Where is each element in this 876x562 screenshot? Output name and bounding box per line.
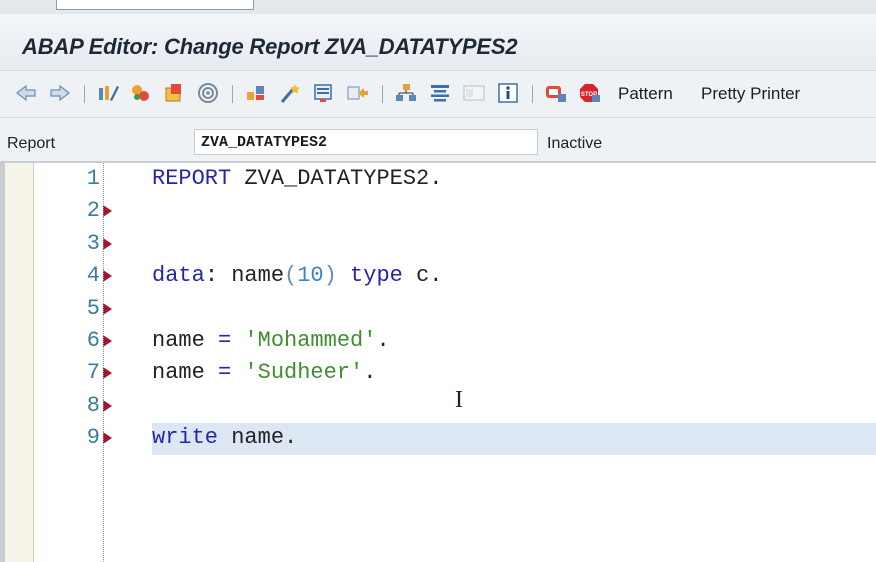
code-token: . (429, 263, 443, 289)
line-number: 6 (86, 328, 100, 353)
code-line[interactable]: 9 write name. (87, 423, 876, 456)
code-token: name (152, 360, 205, 386)
forward-icon[interactable] (46, 79, 74, 107)
code-token: . (363, 360, 377, 386)
code-token: = (218, 328, 232, 353)
code-line[interactable]: 1 REPORT ZVA_DATATYPES2. (0, 164, 876, 196)
toolbar-separator (382, 85, 383, 103)
code-line[interactable]: 7 name = 'Sudheer'. (0, 358, 876, 390)
help-icon[interactable] (392, 79, 420, 107)
code-token: type (350, 263, 403, 289)
code-editor[interactable]: 1 REPORT ZVA_DATATYPES2. 2 3 4 data: name(10)… (0, 163, 876, 562)
line-marker-icon[interactable] (103, 270, 112, 283)
line-marker-icon[interactable] (103, 432, 112, 445)
other-object-icon[interactable] (127, 79, 155, 107)
code-token: . (376, 328, 390, 353)
back-icon[interactable] (12, 79, 40, 107)
line-marker-icon[interactable] (103, 302, 112, 315)
pretty-printer-button[interactable]: Pretty Printer (701, 84, 800, 104)
title-bar: ABAP Editor: Change Report ZVA_DATATYPES… (0, 14, 876, 71)
line-marker-icon[interactable] (103, 367, 112, 380)
code-token: ZVA_DATATYPES2 (244, 166, 430, 191)
line-number: 2 (86, 198, 100, 224)
code-token: c (416, 263, 430, 289)
code-token: ( (284, 263, 298, 289)
code-text[interactable]: data: name(10) type c. (152, 263, 442, 288)
status-text: Inactive (547, 135, 603, 152)
code-line[interactable]: 5 (0, 294, 876, 326)
application-toolbar: STOP Pattern Pretty Printer (0, 71, 876, 118)
code-token: name (231, 263, 285, 289)
code-token: 'Sudheer' (244, 360, 364, 386)
information-icon[interactable] (494, 79, 522, 107)
line-marker-icon[interactable] (103, 237, 112, 250)
code-line[interactable]: 6 name = 'Mohammed'. (0, 326, 876, 358)
page-title: ABAP Editor: Change Report ZVA_DATATYPES… (22, 34, 518, 59)
code-line[interactable]: 3 (0, 229, 876, 261)
line-number: 5 (86, 295, 100, 321)
line-number: 7 (86, 360, 100, 386)
code-token: ) (323, 263, 337, 289)
code-line[interactable]: 4 data: name(10) type c. (0, 261, 876, 293)
line-marker-icon[interactable] (103, 335, 112, 347)
code-token: 'Mohammed' (244, 328, 377, 353)
toolbar-separator (232, 85, 233, 103)
code-text[interactable]: name = 'Sudheer'. (152, 360, 376, 385)
code-text[interactable]: REPORT ZVA_DATATYPES2. (152, 166, 442, 191)
mode-icon[interactable] (460, 79, 488, 107)
code-token: name (152, 328, 205, 353)
activate-icon[interactable] (160, 79, 188, 107)
report-name-field: ZVA_DATATYPES2 (194, 129, 538, 155)
navigation-window-icon[interactable] (344, 79, 372, 107)
line-number: 3 (86, 230, 100, 256)
code-text[interactable]: write name. (152, 425, 297, 450)
code-text[interactable]: name = 'Mohammed'. (152, 328, 390, 353)
toolbar-separator (532, 85, 533, 103)
check-icon[interactable] (194, 79, 222, 107)
code-token: . (284, 425, 298, 451)
line-number-divider (103, 163, 104, 562)
code-token: = (218, 360, 232, 386)
code-token: . (429, 166, 443, 191)
report-row: Report ZVA_DATATYPES2 Inactive (0, 118, 876, 163)
pattern-button[interactable]: Pattern (618, 84, 673, 104)
command-field[interactable] (56, 0, 254, 10)
code-line[interactable]: 2 (0, 196, 876, 228)
code-token: 10 (297, 263, 324, 289)
line-number: 4 (86, 263, 100, 289)
stop-icon[interactable]: STOP (576, 79, 604, 107)
report-label: Report (7, 135, 56, 152)
breakpoint-icon[interactable] (542, 79, 570, 107)
line-marker-icon[interactable] (103, 205, 112, 218)
layout-icon[interactable] (426, 79, 454, 107)
code-line[interactable]: 8 (0, 391, 876, 423)
display-object-list-icon[interactable] (310, 79, 338, 107)
toolbar-separator (84, 85, 85, 103)
line-number: 1 (86, 166, 100, 191)
code-token: write (152, 425, 219, 451)
line-marker-icon[interactable] (103, 399, 112, 412)
code-token: name (231, 425, 285, 451)
line-number: 8 (86, 392, 100, 418)
code-token: data (152, 263, 205, 289)
toggle-display-change-icon[interactable] (94, 79, 122, 107)
test-icon[interactable] (242, 79, 270, 107)
system-toolbar-strip (0, 0, 876, 15)
where-used-icon[interactable] (276, 79, 304, 107)
code-token: : (204, 263, 232, 289)
code-token: REPORT (152, 166, 232, 191)
line-number: 9 (86, 425, 100, 451)
text-cursor-icon: I (455, 387, 463, 413)
